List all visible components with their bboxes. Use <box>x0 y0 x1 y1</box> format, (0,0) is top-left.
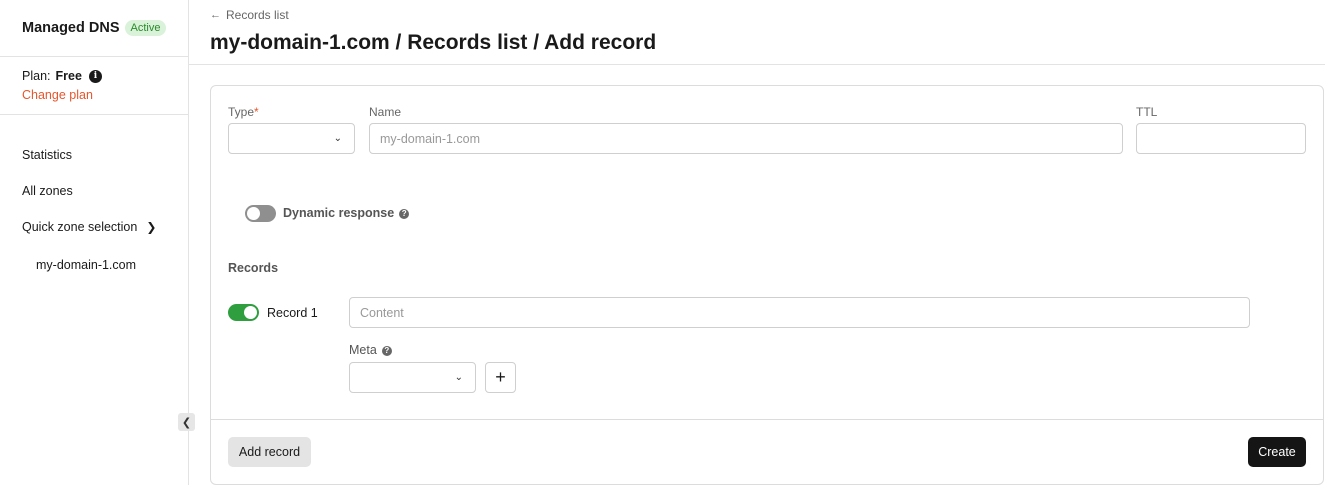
dynamic-response-label: Dynamic response? <box>283 206 410 220</box>
plan-section: Plan: Free i Change plan <box>0 57 188 115</box>
required-mark: * <box>254 105 259 119</box>
sidebar-item-zone[interactable]: my-domain-1.com <box>0 247 188 283</box>
add-record-form: Type* ⌄ Name TTL Dynamic response? Recor… <box>210 85 1324 485</box>
type-select[interactable]: ⌄ <box>228 123 355 154</box>
plan-row: Plan: Free i <box>22 69 188 83</box>
chevron-left-icon: ❮ <box>181 416 192 429</box>
chevron-down-icon: ⌄ <box>333 133 342 144</box>
ttl-label: TTL <box>1136 105 1158 119</box>
chevron-down-icon: ⌄ <box>454 372 463 383</box>
sidebar-item-label: Statistics <box>22 148 73 162</box>
record-content-input[interactable] <box>349 297 1250 328</box>
plan-label: Plan: <box>22 69 51 83</box>
plus-icon: + <box>495 367 506 387</box>
meta-label: Meta? <box>349 343 392 357</box>
dynamic-response-toggle[interactable] <box>245 205 276 222</box>
arrow-left-icon: ← <box>210 9 221 21</box>
sidebar-item-label: my-domain-1.com <box>36 258 137 272</box>
meta-select[interactable]: ⌄ <box>349 362 476 393</box>
sidebar-item-label: Quick zone selection <box>22 220 138 234</box>
back-link-label: Records list <box>226 8 289 22</box>
toggle-knob <box>247 207 260 220</box>
status-badge: Active <box>124 20 167 36</box>
page-title: my-domain-1.com / Records list / Add rec… <box>210 31 657 54</box>
type-label-text: Type <box>228 105 255 119</box>
plan-value: Free <box>55 69 82 83</box>
sidebar-brand: Managed DNS Active <box>0 0 188 57</box>
change-plan-link[interactable]: Change plan <box>22 88 188 102</box>
record-1-toggle[interactable] <box>228 304 259 321</box>
toggle-knob <box>244 306 257 319</box>
add-record-button[interactable]: Add record <box>228 437 311 467</box>
create-button[interactable]: Create <box>1248 437 1306 467</box>
sidebar-nav: Statistics All zones Quick zone selectio… <box>0 115 188 283</box>
sidebar-item-label: All zones <box>22 184 73 198</box>
type-label: Type* <box>228 105 259 119</box>
records-section-title: Records <box>228 261 279 275</box>
help-icon[interactable]: ? <box>381 345 392 356</box>
name-label: Name <box>369 105 402 119</box>
card-divider <box>211 419 1323 420</box>
name-input[interactable] <box>369 123 1123 154</box>
ttl-input[interactable] <box>1136 123 1306 154</box>
collapse-sidebar-button[interactable]: ❮ <box>178 413 195 431</box>
sidebar-item-all-zones[interactable]: All zones <box>0 173 188 209</box>
sidebar-item-quick-zone-selection[interactable]: Quick zone selection ❯ <box>0 209 188 245</box>
sidebar-item-statistics[interactable]: Statistics <box>0 137 188 173</box>
record-1-label: Record 1 <box>267 306 318 320</box>
add-meta-button[interactable]: + <box>485 362 516 393</box>
meta-label-text: Meta <box>349 343 377 357</box>
help-icon[interactable]: ? <box>399 208 410 219</box>
page-header: ← Records list my-domain-1.com / Records… <box>189 0 1325 65</box>
info-icon[interactable]: i <box>88 69 102 83</box>
back-link[interactable]: ← Records list <box>210 8 289 22</box>
product-title: Managed DNS <box>22 20 120 36</box>
chevron-right-icon: ❯ <box>146 220 157 234</box>
dynamic-response-label-text: Dynamic response <box>283 206 395 220</box>
sidebar: Managed DNS Active Plan: Free i Change p… <box>0 0 189 485</box>
